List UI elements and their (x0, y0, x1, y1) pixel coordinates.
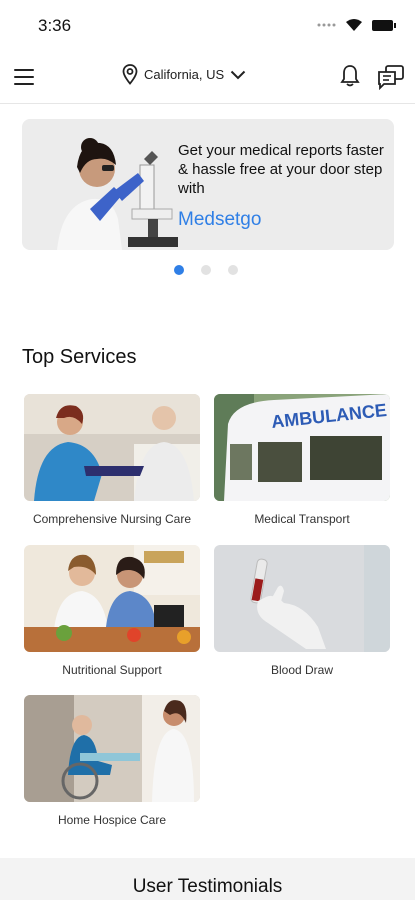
app-header: California, US (0, 52, 415, 104)
service-label: Comprehensive Nursing Care (32, 512, 192, 526)
service-card-nursing[interactable]: Comprehensive Nursing Care (24, 394, 200, 526)
section-title-top-services: Top Services (22, 346, 137, 368)
section-title-testimonials: User Testimonials (132, 876, 283, 897)
blood-draw-image (214, 545, 390, 652)
home-hospice-image (24, 695, 200, 802)
carousel-dot-1[interactable] (174, 265, 184, 275)
chevron-down-icon (230, 70, 246, 79)
promo-banner[interactable]: Get your medical reports faster & hassle… (22, 119, 394, 250)
service-label: Nutritional Support (62, 663, 162, 677)
nursing-care-image (24, 394, 200, 501)
status-bar: 3:36 (0, 0, 415, 52)
service-card-blood-draw[interactable]: Blood Draw (214, 545, 390, 677)
chat-icon[interactable] (377, 64, 405, 90)
wifi-icon (346, 19, 362, 31)
location-pin-icon (122, 64, 138, 85)
testimonials-section: User Testimonials (0, 858, 415, 900)
location-selector[interactable]: California, US (122, 64, 246, 85)
status-time: 3:36 (38, 16, 72, 35)
service-card-transport[interactable]: AMBULANCE Medical Transport (214, 394, 390, 526)
carousel-dot-2[interactable] (201, 265, 211, 275)
carousel-indicator (174, 265, 238, 275)
location-label: California, US (144, 67, 225, 82)
service-label: Home Hospice Care (57, 813, 167, 827)
nutritional-support-image (24, 545, 200, 652)
service-label: Medical Transport (254, 512, 350, 526)
status-icons (317, 18, 397, 32)
carousel-dot-3[interactable] (228, 265, 238, 275)
service-card-nutrition[interactable]: Nutritional Support (24, 545, 200, 677)
bell-icon[interactable] (340, 64, 360, 88)
service-label: Blood Draw (270, 663, 334, 677)
banner-brand: Medsetgo (178, 209, 262, 230)
banner-text: Get your medical reports faster & hassle… (178, 142, 384, 197)
battery-icon (372, 19, 396, 31)
signal-dots-icon (317, 23, 336, 27)
ambulance-image: AMBULANCE (214, 394, 390, 501)
scientist-microscope-image (52, 129, 182, 250)
service-card-hospice[interactable]: Home Hospice Care (24, 695, 200, 827)
menu-icon[interactable] (14, 69, 34, 85)
